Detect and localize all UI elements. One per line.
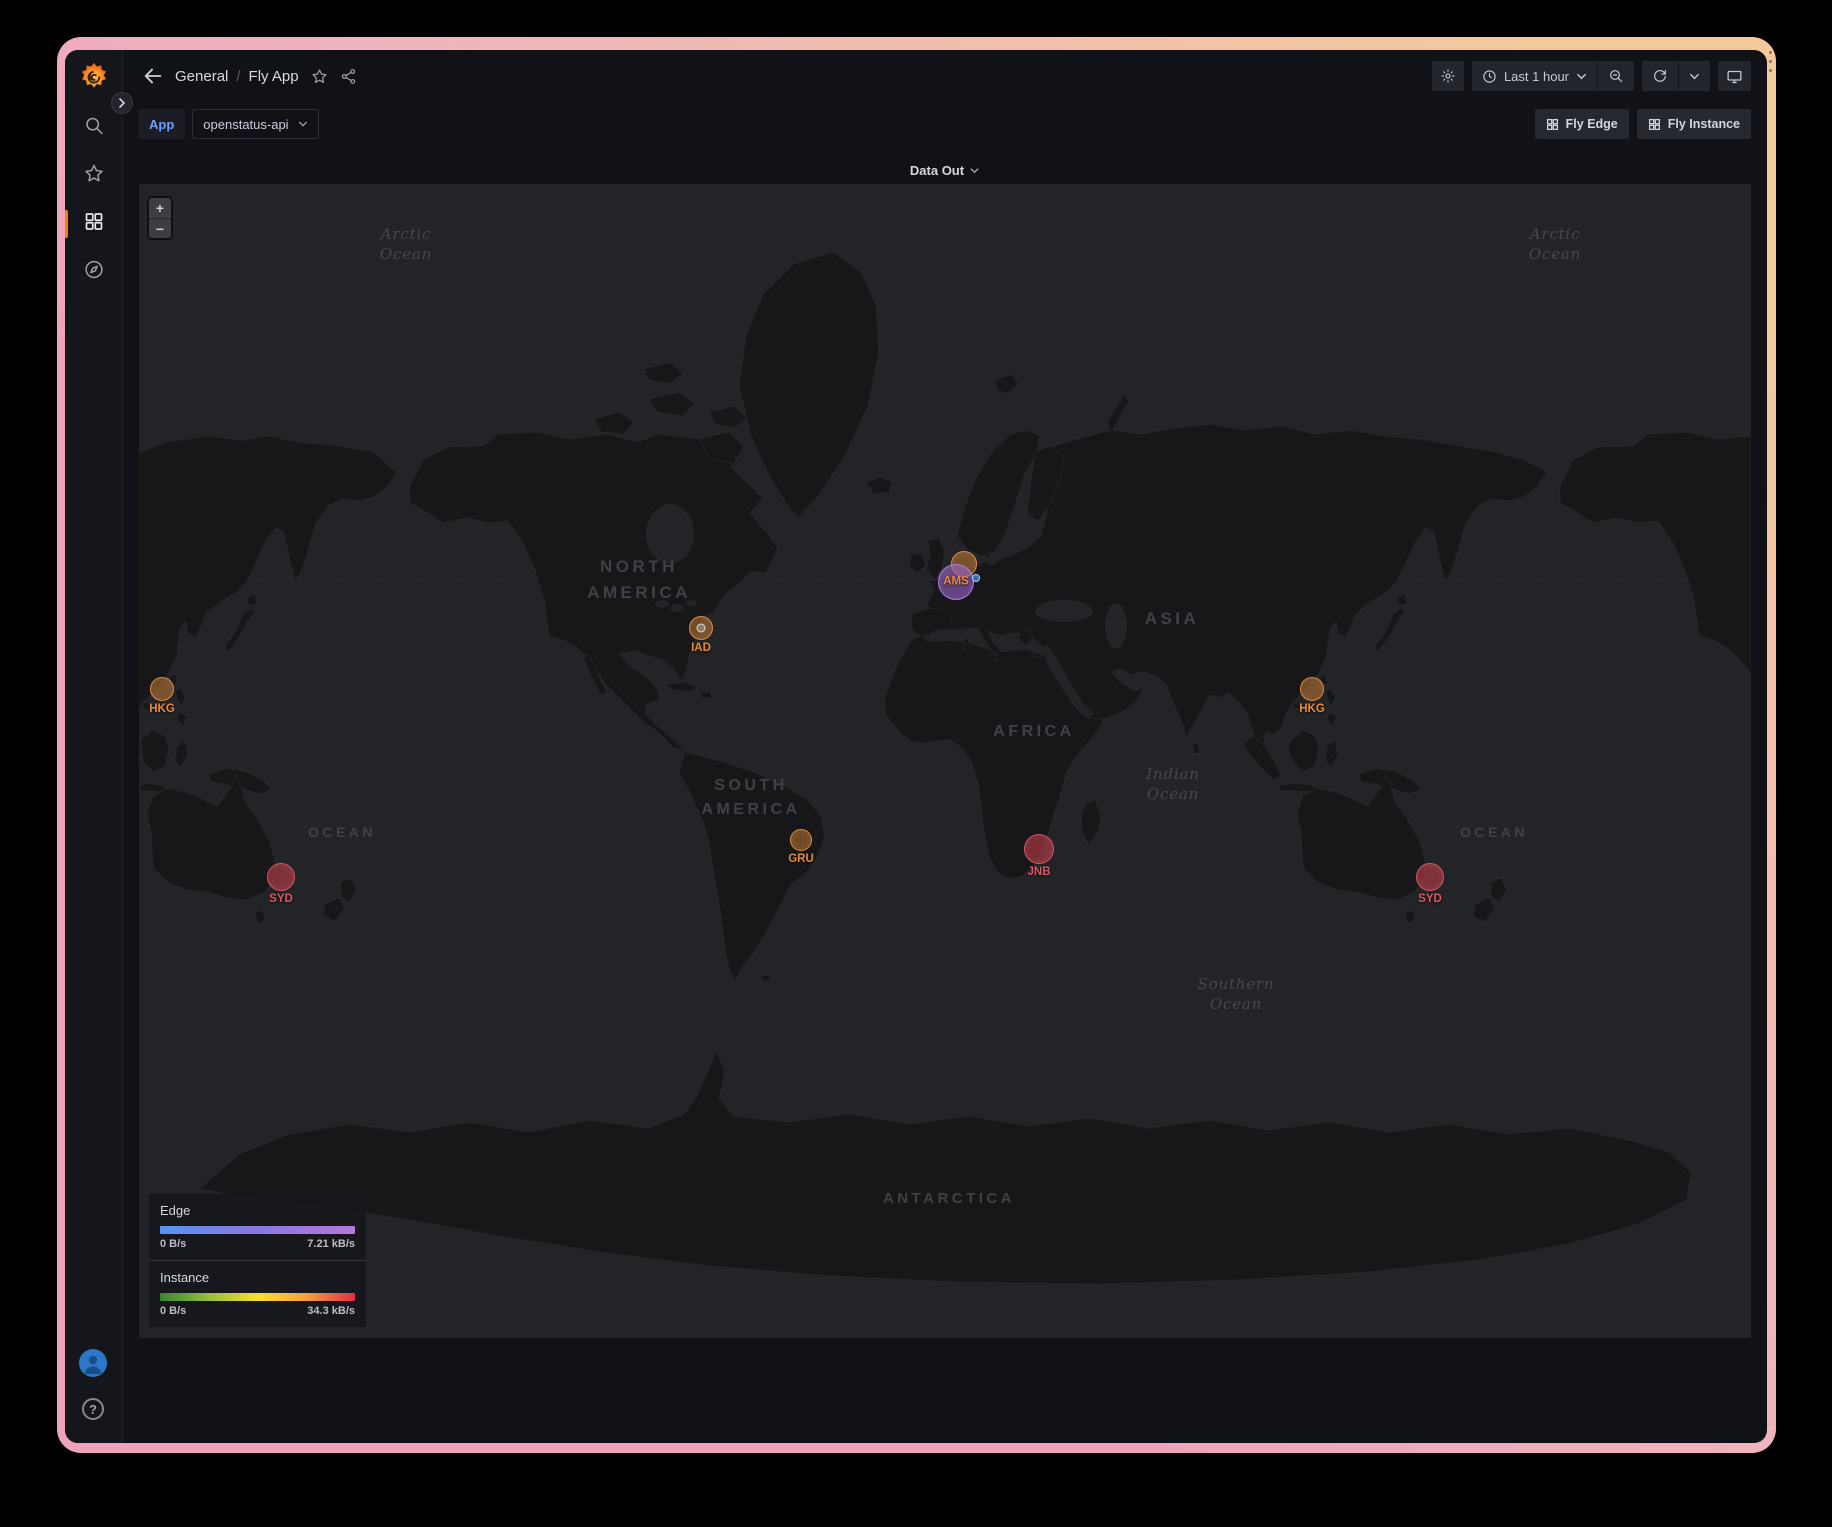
marker-label: JNB [1027,866,1050,878]
refresh-group [1642,61,1710,91]
marker-label: GRU [788,853,814,865]
breadcrumb: General / Fly App [175,68,357,85]
top-toolbar: Last 1 hour [1432,61,1751,91]
marker-inner-dot [697,624,706,633]
chevron-down-icon [298,119,308,129]
geomap-panel: Data Out [139,156,1751,1338]
refresh-interval-dropdown[interactable] [1679,61,1710,91]
marker-label: SYD [269,893,293,905]
top-navbar: General / Fly App [123,50,1767,102]
legend-min-value: 0 B/s [160,1305,186,1317]
legend-range-row: 0 B/s 34.3 kB/s [160,1305,355,1317]
dashboard-controls: App openstatus-api Fly Edge [123,106,1767,142]
main-area: General / Fly App [123,50,1767,1443]
favorite-star-icon[interactable] [311,68,328,85]
frame-grip-dots [1769,51,1773,72]
zoom-out-button[interactable]: − [149,218,171,238]
breadcrumb-separator: / [236,68,240,85]
geomap[interactable]: Arctic OceanArctic OceanNORTH AMERICAASI… [139,184,1751,1338]
marker-circle[interactable] [790,829,812,851]
legend-section-title: Edge [160,1203,355,1218]
tv-kiosk-mode-button[interactable] [1718,61,1751,91]
legend-gradient-bar [160,1293,355,1301]
legend-divider [149,1260,366,1261]
chevron-down-icon [1576,71,1587,82]
user-avatar[interactable] [79,1349,107,1377]
panel-title: Data Out [910,163,964,178]
marker-label: AMS [943,575,969,587]
chevron-down-icon [969,165,980,176]
fly-edge-label: Fly Edge [1566,117,1618,131]
zoom-in-button[interactable]: + [149,198,171,218]
page-title: Fly App [249,68,299,85]
map-legend: Edge 0 B/s 7.21 kB/s Instance 0 B/s 34.3 kB/s [149,1194,366,1327]
marker-label: HKG [149,703,175,715]
panel-title-menu[interactable]: Data Out [139,156,1751,184]
share-icon[interactable] [340,68,357,85]
time-picker-group: Last 1 hour [1472,61,1634,91]
marker-circle[interactable] [150,677,174,701]
window-frame: ? General / Fly App [57,37,1776,1453]
sidebar: ? [65,50,123,1443]
time-zoom-out-button[interactable] [1598,61,1634,91]
fly-instance-label: Fly Instance [1668,117,1740,131]
app-variable-value: openstatus-api [203,117,288,132]
legend-range-row: 0 B/s 7.21 kB/s [160,1238,355,1250]
dashboard-settings-button[interactable] [1432,61,1464,91]
app-variable-dropdown[interactable]: openstatus-api [192,109,318,139]
dashboards-icon[interactable] [84,212,104,237]
legend-max-value: 34.3 kB/s [307,1305,355,1317]
grid-icon [1648,118,1661,131]
sidebar-active-indicator [65,210,68,238]
sidebar-expand-button[interactable] [111,92,133,114]
variable-label: App [138,109,185,139]
desktop-background: ? General / Fly App [0,0,1832,1527]
legend-min-value: 0 B/s [160,1238,186,1250]
world-map [139,184,1751,1338]
grid-icon [1546,118,1559,131]
grafana-logo-icon[interactable] [79,62,109,97]
marker-circle[interactable] [972,574,980,582]
breadcrumb-section[interactable]: General [175,68,228,85]
marker-label: HKG [1299,703,1325,715]
marker-circle[interactable] [1416,863,1444,891]
map-zoom-control: + − [147,196,173,240]
marker-circle[interactable] [1024,834,1054,864]
starred-icon[interactable] [83,163,104,189]
marker-label: IAD [691,642,711,654]
time-range-picker[interactable]: Last 1 hour [1472,61,1597,91]
grafana-app-window: ? General / Fly App [65,50,1767,1443]
marker-circle[interactable] [267,863,295,891]
time-range-label: Last 1 hour [1504,69,1569,84]
clock-icon [1482,69,1497,84]
help-icon[interactable]: ? [82,1398,104,1420]
chevron-down-icon [1689,71,1700,82]
fly-instance-button[interactable]: Fly Instance [1637,109,1751,139]
legend-section-title: Instance [160,1270,355,1285]
marker-label: SYD [1418,893,1442,905]
search-icon[interactable] [83,115,104,141]
refresh-button[interactable] [1642,61,1678,91]
legend-gradient-bar [160,1226,355,1234]
fly-edge-button[interactable]: Fly Edge [1535,109,1629,139]
explore-compass-icon[interactable] [83,259,104,285]
marker-circle[interactable] [1300,677,1324,701]
back-arrow-icon[interactable] [137,60,169,92]
legend-max-value: 7.21 kB/s [307,1238,355,1250]
